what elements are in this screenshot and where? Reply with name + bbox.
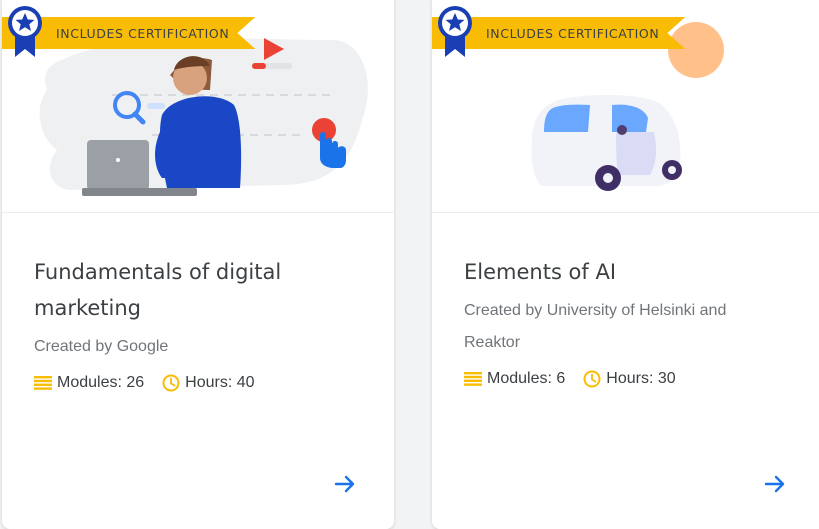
certification-badge: INCLUDES CERTIFICATION	[432, 6, 686, 57]
course-creator: Created by University of Helsinki and Re…	[464, 302, 727, 351]
open-course-button[interactable]	[333, 472, 357, 501]
medal-icon	[8, 6, 42, 57]
course-title[interactable]: Fundamentals of digital marketing	[34, 254, 364, 326]
hours-info: Hours: 40	[162, 374, 255, 392]
certification-badge: INCLUDES CERTIFICATION	[2, 6, 256, 57]
modules-count: Modules: 6	[487, 370, 566, 387]
clock-icon	[162, 374, 180, 392]
course-meta: Modules: 26 Hours: 40	[34, 374, 273, 392]
arrow-right-icon[interactable]	[333, 472, 357, 496]
hours-count: Hours: 30	[606, 370, 676, 387]
hours-count: Hours: 40	[185, 374, 255, 391]
modules-info: Modules: 26	[34, 374, 144, 392]
modules-count: Modules: 26	[57, 374, 145, 391]
clock-icon	[583, 370, 601, 388]
list-icon	[34, 376, 52, 390]
modules-info: Modules: 6	[464, 370, 565, 388]
medal-icon	[438, 6, 472, 57]
open-course-button[interactable]	[763, 472, 787, 501]
hours-info: Hours: 30	[583, 370, 676, 388]
list-icon	[464, 372, 482, 386]
course-card-digital-marketing[interactable]: INCLUDES CERTIFICATION Fundamentals of d…	[2, 0, 394, 529]
course-card-elements-of-ai[interactable]: INCLUDES CERTIFICATION Elements of AI Cr…	[432, 0, 819, 529]
course-creator: Created by Google	[34, 338, 169, 355]
arrow-right-icon[interactable]	[763, 472, 787, 496]
course-title[interactable]: Elements of AI	[464, 254, 794, 290]
course-meta: Modules: 6 Hours: 30	[464, 370, 694, 388]
